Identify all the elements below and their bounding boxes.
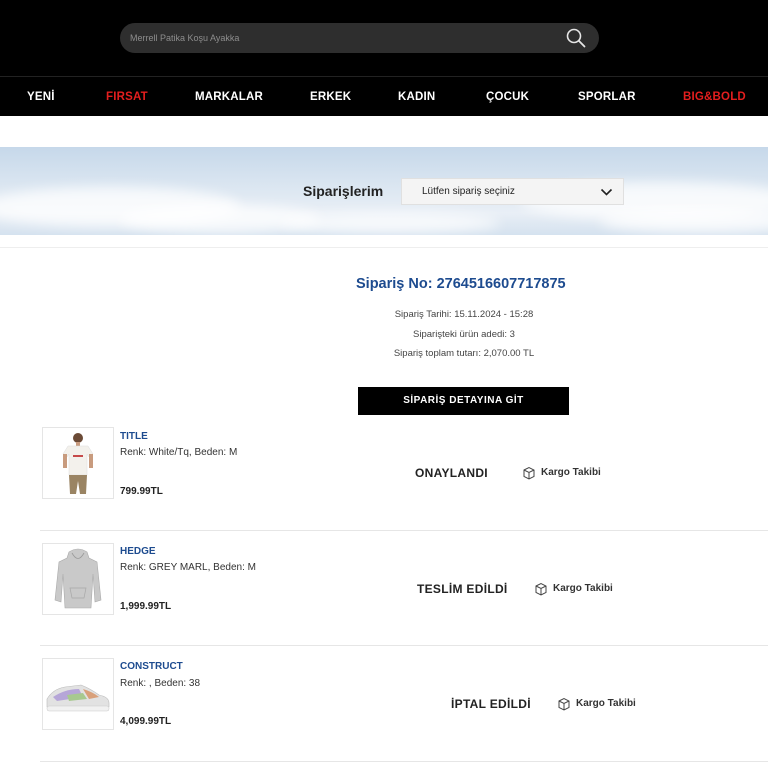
nav-item-markalar[interactable]: MARKALAR <box>195 77 263 117</box>
order-number: Sipariş No: 2764516607717875 <box>356 276 566 292</box>
search-input[interactable] <box>120 23 560 53</box>
nav-item-erkek[interactable]: ERKEK <box>310 77 351 117</box>
cargo-tracking-label: Kargo Takibi <box>576 698 636 709</box>
order-select-dropdown[interactable]: Lütfen sipariş seçiniz <box>401 178 624 205</box>
cargo-tracking-link[interactable]: Kargo Takibi <box>534 581 624 597</box>
search-bar[interactable] <box>120 23 599 53</box>
main-navigation: YENİ FIRSAT MARKALAR ERKEK KADIN ÇOCUK S… <box>0 76 768 116</box>
order-item: TITLE Renk: White/Tq, Beden: M 799.99TL … <box>40 427 768 527</box>
product-name[interactable]: CONSTRUCT <box>120 661 183 672</box>
tshirt-product-image[interactable] <box>42 427 114 499</box>
divider <box>0 247 768 248</box>
order-status: İPTAL EDİLDİ <box>451 697 531 711</box>
orders-banner: Siparişlerim <box>0 147 768 235</box>
box-icon <box>558 697 570 711</box>
item-divider <box>40 761 768 762</box>
top-bar <box>0 0 768 76</box>
order-item: CONSTRUCT Renk: , Beden: 38 4,099.99TL İ… <box>40 658 768 758</box>
search-icon[interactable] <box>565 27 587 49</box>
order-select-value: Lütfen sipariş seçiniz <box>422 186 515 197</box>
order-date: Sipariş Tarihi: 15.11.2024 - 15:28 <box>394 309 534 320</box>
product-variant: Renk: White/Tq, Beden: M <box>120 447 238 458</box>
item-divider <box>40 645 768 646</box>
nav-item-yeni[interactable]: YENİ <box>27 77 55 117</box>
box-icon <box>535 582 547 596</box>
order-detail-button[interactable]: SİPARİŞ DETAYINA GİT <box>358 387 569 415</box>
product-variant: Renk: , Beden: 38 <box>120 678 201 689</box>
chevron-down-icon <box>600 188 613 196</box>
item-divider <box>40 530 768 531</box>
nav-item-sporlar[interactable]: SPORLAR <box>578 77 636 117</box>
sneaker-product-image[interactable] <box>42 658 114 730</box>
cargo-tracking-link[interactable]: Kargo Takibi <box>557 696 647 712</box>
nav-item-big-bold[interactable]: BIG&BOLD <box>683 77 746 117</box>
order-item-count: Siparişteki ürün adedi: 3 <box>413 329 515 340</box>
product-variant: Renk: GREY MARL, Beden: M <box>120 562 256 573</box>
product-name[interactable]: TITLE <box>120 431 148 442</box>
order-item: HEDGE Renk: GREY MARL, Beden: M 1,999.99… <box>40 543 768 643</box>
cargo-tracking-link[interactable]: Kargo Takibi <box>522 465 612 481</box>
order-total: Sipariş toplam tutarı: 2,070.00 TL <box>393 348 535 359</box>
product-price: 1,999.99TL <box>120 601 172 612</box>
order-status: ONAYLANDI <box>415 466 488 480</box>
product-name[interactable]: HEDGE <box>120 546 156 557</box>
order-status: TESLİM EDİLDİ <box>417 582 508 596</box>
nav-item-kadin[interactable]: KADIN <box>398 77 435 117</box>
cargo-tracking-label: Kargo Takibi <box>541 467 601 478</box>
nav-item-cocuk[interactable]: ÇOCUK <box>486 77 529 117</box>
hoodie-product-image[interactable] <box>42 543 114 615</box>
product-price: 799.99TL <box>120 486 163 497</box>
box-icon <box>523 466 535 480</box>
nav-item-firsat[interactable]: FIRSAT <box>106 77 148 117</box>
product-price: 4,099.99TL <box>120 716 172 727</box>
orders-title: Siparişlerim <box>303 183 384 199</box>
cargo-tracking-label: Kargo Takibi <box>553 583 613 594</box>
